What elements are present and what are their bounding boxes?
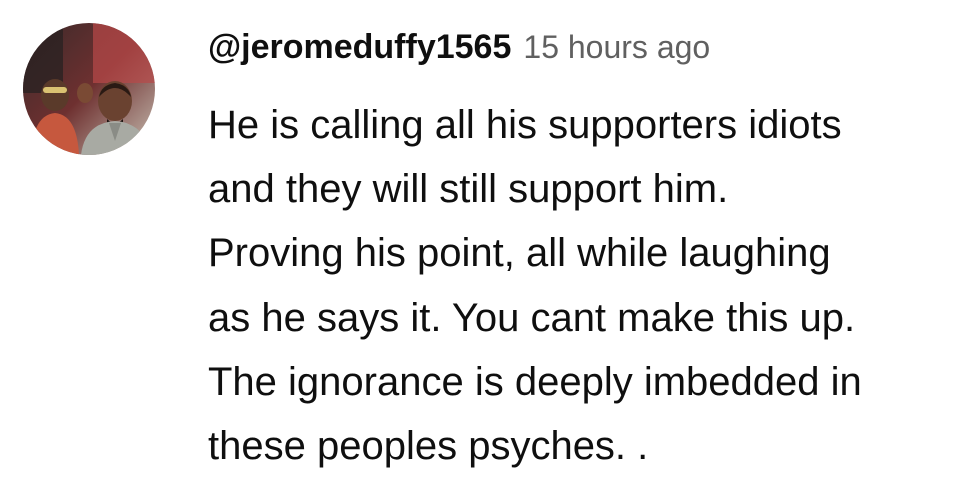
comment-header: @jeromeduffy1565 15 hours ago xyxy=(208,28,710,78)
comment-text-line: these peoples psyches. . xyxy=(208,424,649,469)
comment-text: He is calling all his supporters idiots … xyxy=(208,93,968,478)
comment-text-line: and they will still support him. xyxy=(208,167,729,212)
avatar-photo xyxy=(23,23,155,155)
author-avatar[interactable] xyxy=(23,23,155,155)
comment-text-line: He is calling all his supporters idiots xyxy=(208,103,842,147)
author-handle[interactable]: @jeromeduffy1565 xyxy=(208,28,511,67)
comment-text-line: Proving his point, all while laughing xyxy=(208,231,831,276)
comment-text-line: The ignorance is deeply imbedded in xyxy=(208,359,862,404)
comment-text-line: as he says it. You cant make this up. xyxy=(208,295,856,340)
comment-timestamp[interactable]: 15 hours ago xyxy=(523,29,710,66)
comment-thread-item: @jeromeduffy1565 15 hours ago He is call… xyxy=(0,0,980,502)
